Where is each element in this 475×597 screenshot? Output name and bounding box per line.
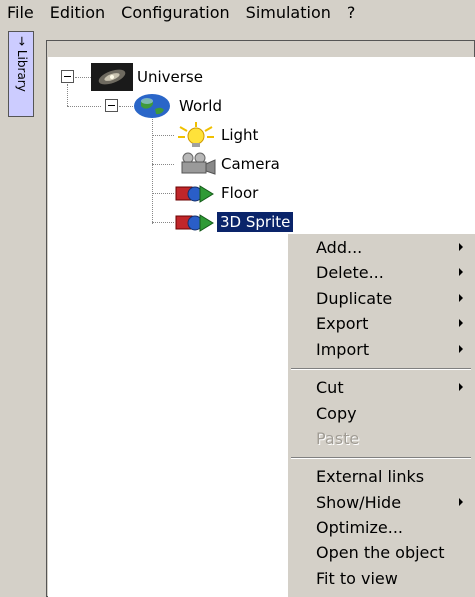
context-menu-delete[interactable]: Delete... bbox=[289, 260, 473, 285]
menu-edition[interactable]: Edition bbox=[42, 1, 113, 25]
submenu-arrow-icon bbox=[459, 268, 463, 276]
context-menu-paste-label: Paste bbox=[316, 429, 360, 448]
context-menu-optimize-label: Optimize... bbox=[316, 518, 403, 537]
context-menu-add-label: Add... bbox=[316, 238, 363, 257]
menu-configuration[interactable]: Configuration bbox=[113, 1, 238, 25]
context-menu-copy[interactable]: Copy bbox=[289, 401, 473, 426]
context-menu-import-label: Import bbox=[316, 340, 370, 359]
submenu-arrow-icon bbox=[459, 243, 463, 251]
tree-connector bbox=[75, 77, 91, 78]
tree-connector bbox=[152, 117, 153, 224]
library-tab[interactable]: → Library bbox=[8, 31, 34, 117]
tree-connector bbox=[152, 135, 174, 136]
tree-node-camera[interactable]: Camera bbox=[218, 154, 283, 174]
tree-connector bbox=[152, 193, 174, 194]
library-tab-label: → Library bbox=[15, 36, 29, 92]
object-icon bbox=[175, 214, 214, 232]
menu-separator bbox=[291, 368, 471, 370]
menu-help[interactable]: ? bbox=[339, 1, 364, 25]
context-menu-optimize[interactable]: Optimize... bbox=[289, 515, 473, 540]
context-menu-paste[interactable]: Paste bbox=[289, 426, 473, 451]
galaxy-icon bbox=[91, 63, 133, 91]
submenu-arrow-icon bbox=[459, 345, 463, 353]
menu-bar: File Edition Configuration Simulation ? bbox=[0, 0, 475, 26]
context-menu-export-label: Export bbox=[316, 314, 369, 333]
context-menu-add[interactable]: Add... bbox=[289, 235, 473, 260]
tree-node-universe[interactable]: Universe bbox=[134, 67, 206, 87]
tree-connector bbox=[67, 106, 101, 107]
tree-connector bbox=[67, 84, 68, 106]
submenu-arrow-icon bbox=[459, 319, 463, 327]
context-menu-open-object-label: Open the object bbox=[316, 543, 445, 562]
context-menu-duplicate[interactable]: Duplicate bbox=[289, 286, 473, 311]
menu-file[interactable]: File bbox=[0, 1, 42, 25]
context-menu-open-object[interactable]: Open the object bbox=[289, 540, 473, 565]
submenu-arrow-icon bbox=[459, 383, 463, 391]
context-menu-cut-label: Cut bbox=[316, 378, 344, 397]
context-menu-external-links[interactable]: External links bbox=[289, 464, 473, 489]
tree-node-floor[interactable]: Floor bbox=[218, 183, 261, 203]
collapse-universe-button[interactable] bbox=[61, 70, 74, 83]
context-menu: Add... Delete... Duplicate Export Import… bbox=[287, 233, 475, 597]
submenu-arrow-icon bbox=[459, 294, 463, 302]
globe-icon bbox=[134, 94, 170, 118]
tree-node-world[interactable]: World bbox=[176, 96, 225, 116]
tree-node-3d-sprite[interactable]: 3D Sprite bbox=[217, 212, 294, 232]
tree-node-light[interactable]: Light bbox=[218, 125, 261, 145]
context-menu-show-hide[interactable]: Show/Hide bbox=[289, 490, 473, 515]
context-menu-show-hide-label: Show/Hide bbox=[316, 493, 402, 512]
collapse-world-button[interactable] bbox=[105, 99, 118, 112]
camera-icon bbox=[181, 152, 216, 175]
lightbulb-icon bbox=[178, 122, 214, 147]
context-menu-delete-label: Delete... bbox=[316, 263, 384, 282]
context-menu-duplicate-label: Duplicate bbox=[316, 289, 393, 308]
context-menu-copy-label: Copy bbox=[316, 404, 357, 423]
tree-connector bbox=[119, 106, 133, 107]
object-icon bbox=[175, 185, 214, 203]
menu-simulation[interactable]: Simulation bbox=[238, 1, 339, 25]
context-menu-cut[interactable]: Cut bbox=[289, 375, 473, 400]
submenu-arrow-icon bbox=[459, 498, 463, 506]
tree-connector bbox=[152, 164, 174, 165]
context-menu-export[interactable]: Export bbox=[289, 311, 473, 336]
tree-connector bbox=[152, 222, 174, 223]
context-menu-external-links-label: External links bbox=[316, 467, 425, 486]
context-menu-import[interactable]: Import bbox=[289, 337, 473, 362]
context-menu-fit-to-view[interactable]: Fit to view bbox=[289, 566, 473, 591]
menu-separator bbox=[291, 457, 471, 459]
context-menu-fit-to-view-label: Fit to view bbox=[316, 569, 398, 588]
